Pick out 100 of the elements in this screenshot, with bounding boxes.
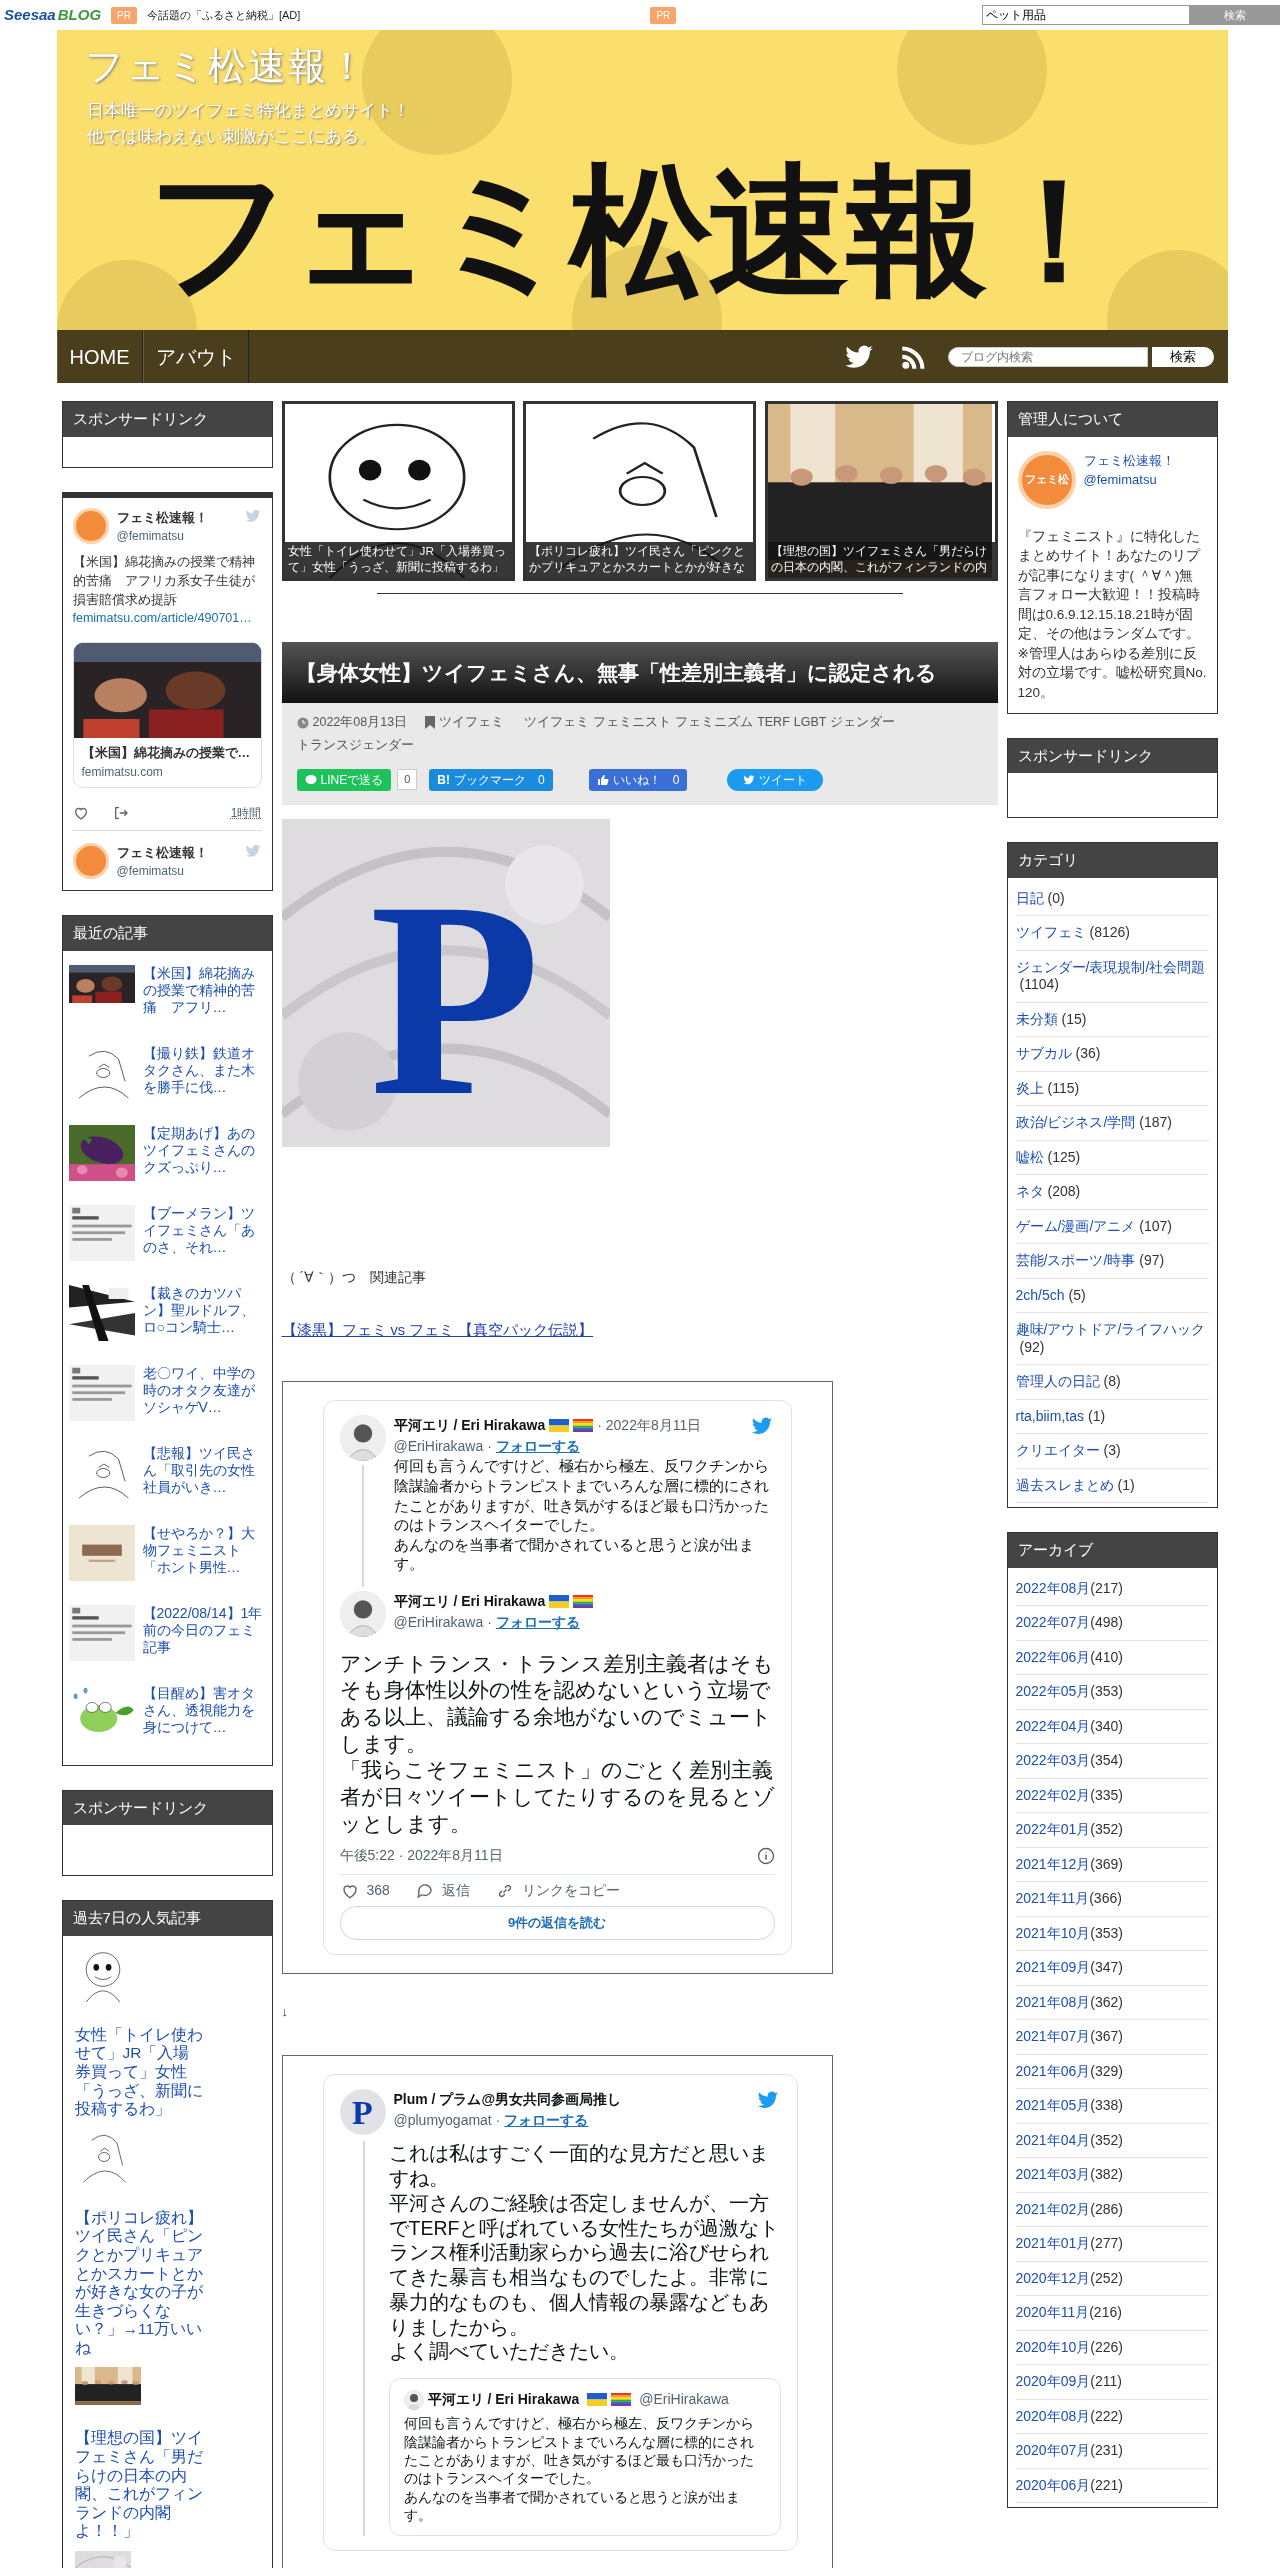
- archive-link[interactable]: 2022年03月: [1015, 1752, 1091, 1769]
- tweet-timestamp[interactable]: 午後5:22 · 2022年8月11日: [339, 1845, 503, 1867]
- category-link[interactable]: 2ch/5ch: [1015, 1286, 1065, 1303]
- follow-link[interactable]: フォローする: [504, 2112, 589, 2129]
- article-link[interactable]: 【せやろか？】大物フェミニスト「ホント男性…: [142, 1524, 265, 1605]
- user-name[interactable]: フェミ松速報！: [116, 507, 208, 527]
- tweet-time[interactable]: 1時間: [230, 803, 262, 822]
- article-link[interactable]: 【米国】綿花摘みの授業で精神的苦痛 アフリ…: [142, 964, 265, 1045]
- user-handle[interactable]: @femimatsu: [116, 527, 208, 545]
- category-link[interactable]: クリエイター: [1015, 1442, 1100, 1459]
- article-link[interactable]: 女性「トイレ使わせて」JR「入場券買って」女性「うっざ、新聞に投稿するわ」: [74, 2025, 205, 2119]
- article-link[interactable]: 【ポリコレ疲れ】ツイ民さん「ピンクとかプリキュアとかスカートとかが好きな女の子が生きづらくない？」→11万いいね: [74, 2208, 205, 2358]
- blog-search-field[interactable]: ブログ内検索: [947, 346, 1148, 367]
- article-link[interactable]: 【理想の国】ツイフェミさん「男だらけの日本の内閣、これがフィンランドの内閣よ！！」: [74, 2429, 205, 2542]
- quoted-tweet[interactable]: 平河エリ / Eri Hirakawa @EriHirakawa 何回も言うんですけど、極右から極左、反ワクチンから陰謀論者からトランピストまでいろんな層に標的にされたことがありますが、吐き気がするほど最も口汚かったのはトランスヘイターでした。 あんなのを当事者で聞かされていると思うと涙が出ます。: [388, 2378, 781, 2536]
- user-handle[interactable]: @EriHirakawa: [393, 1613, 484, 1630]
- slide-card[interactable]: 【理想の国】ツイフェミさん「男だらけの日本の内閣、これがフィンランドの内: [764, 401, 998, 581]
- user-name[interactable]: 平河エリ / Eri Hirakawa: [427, 2389, 580, 2411]
- tag-link[interactable]: ツイフェミ: [524, 713, 590, 732]
- user-handle[interactable]: @EriHirakawa: [393, 1438, 484, 1455]
- search-button[interactable]: 検索: [1151, 346, 1214, 367]
- reply-action[interactable]: 返信: [414, 1879, 471, 1903]
- user-handle[interactable]: @plumyogamat: [393, 2112, 492, 2129]
- category-link[interactable]: ツイフェミ: [1015, 924, 1086, 941]
- copy-link-action[interactable]: リンクをコピー: [494, 1879, 621, 1903]
- category-link[interactable]: 嘘松: [1015, 1148, 1044, 1165]
- category-link[interactable]: 趣味/アウトドア/ライフハック: [1015, 1321, 1206, 1338]
- archive-link[interactable]: 2021年05月: [1015, 2097, 1091, 2114]
- archive-link[interactable]: 2022年02月: [1015, 1786, 1091, 1803]
- category-link[interactable]: ゲーム/漫画/アニメ: [1015, 1217, 1136, 1234]
- category-link[interactable]: ネタ: [1015, 1183, 1044, 1200]
- tag-link[interactable]: LGBT: [793, 713, 827, 732]
- blog-logo[interactable]: BLOG: [57, 3, 102, 27]
- link-card[interactable]: 【米国】綿花摘みの授業で… femimatsu.com: [72, 642, 262, 788]
- category-link[interactable]: サブカル: [1015, 1045, 1072, 1062]
- category-link[interactable]: 未分類: [1015, 1010, 1058, 1027]
- category-link[interactable]: 管理人の日記: [1015, 1373, 1100, 1390]
- category-link[interactable]: 過去スレまとめ: [1015, 1476, 1114, 1493]
- archive-link[interactable]: 2022年08月: [1015, 1579, 1091, 1596]
- archive-link[interactable]: 2022年04月: [1015, 1717, 1091, 1734]
- archive-link[interactable]: 2021年06月: [1015, 2062, 1091, 2079]
- archive-link[interactable]: 2021年04月: [1015, 2131, 1091, 2148]
- article-link[interactable]: 【定期あげ】あのツイフェミさんのクズっぷり…: [142, 1124, 265, 1205]
- tag-link[interactable]: TERF: [757, 713, 790, 732]
- archive-link[interactable]: 2021年10月: [1015, 1924, 1091, 1941]
- category-link[interactable]: ジェンダー/表現規制/社会問題: [1015, 958, 1206, 975]
- article-link[interactable]: 【2022/08/14】1年前の今日のフェミ記事: [142, 1604, 265, 1685]
- site-logo[interactable]: Seesaa: [4, 3, 56, 27]
- user-name[interactable]: フェミ松速報！: [116, 842, 208, 863]
- category-link[interactable]: rta,biim,tas: [1015, 1407, 1084, 1424]
- tweet-link[interactable]: femimatsu.com/article/490701…: [72, 609, 262, 628]
- archive-link[interactable]: 2020年08月: [1015, 2407, 1091, 2424]
- follow-link[interactable]: フォローする: [495, 1438, 580, 1455]
- user-name[interactable]: 平河エリ / Eri Hirakawa: [393, 1415, 546, 1437]
- archive-link[interactable]: 2021年09月: [1015, 1959, 1091, 1976]
- archive-link[interactable]: 2020年11月: [1015, 2304, 1090, 2321]
- article-link[interactable]: 老〇ワイ、中学の時のオタク友達がソシャゲV…: [142, 1364, 265, 1445]
- category-link[interactable]: 炎上: [1015, 1079, 1044, 1096]
- nav-link[interactable]: HOME: [56, 330, 143, 383]
- archive-link[interactable]: 2020年10月: [1015, 2338, 1091, 2355]
- category-link[interactable]: 政治/ビジネス/学問: [1015, 1114, 1136, 1131]
- article-link[interactable]: 【裁きのカツパン】聖ルドルフ、ロ○コン騎士…: [142, 1284, 265, 1365]
- archive-link[interactable]: 2021年12月: [1015, 1855, 1091, 1872]
- archive-link[interactable]: 2020年09月: [1015, 2373, 1091, 2390]
- read-replies-button[interactable]: 9件の返信を読む: [339, 1906, 775, 1940]
- article-link[interactable]: 【ブーメラン】ツイフェミさん「あのさ、それ…: [142, 1204, 265, 1285]
- archive-link[interactable]: 2022年05月: [1015, 1683, 1091, 1700]
- archive-link[interactable]: 2021年02月: [1015, 2200, 1091, 2217]
- bookmark-button[interactable]: B! ブックマーク 0: [429, 768, 553, 791]
- archive-link[interactable]: 2020年06月: [1015, 2476, 1091, 2493]
- tweet-date[interactable]: · 2022年8月11日: [597, 1415, 702, 1437]
- user-handle[interactable]: @femimatsu: [116, 862, 208, 881]
- user-name[interactable]: 平河エリ / Eri Hirakawa: [393, 1590, 546, 1612]
- like-button[interactable]: いいね！ 0: [588, 768, 688, 791]
- article-link[interactable]: 【悲報】ツイ民さん「取引先の女性社員がいき…: [142, 1444, 265, 1525]
- search-field[interactable]: ペット用品: [982, 5, 1190, 25]
- category-link[interactable]: 芸能/スポーツ/時事: [1015, 1252, 1136, 1269]
- tag-link[interactable]: トランスジェンダー: [296, 735, 414, 755]
- archive-link[interactable]: 2020年12月: [1015, 2269, 1091, 2286]
- tag-link[interactable]: フェミニスト: [593, 713, 672, 732]
- category-link[interactable]: ツイフェミ: [439, 713, 505, 732]
- user-handle[interactable]: @EriHirakawa: [639, 2389, 729, 2411]
- profile-handle[interactable]: @femimatsu: [1083, 470, 1175, 490]
- related-article-link[interactable]: 【漆黒】フェミ vs フェミ 【真空パック伝説】: [281, 1319, 594, 1342]
- article-link[interactable]: 【目醒め】害オタさん、透視能力を身につけて…: [142, 1684, 265, 1765]
- archive-link[interactable]: 2021年07月: [1015, 2028, 1091, 2045]
- nav-link[interactable]: アバウト: [142, 330, 249, 383]
- tag-link[interactable]: ジェンダー: [830, 713, 896, 732]
- archive-link[interactable]: 2022年01月: [1015, 1821, 1091, 1838]
- like-action[interactable]: 368: [339, 1879, 391, 1903]
- tag-link[interactable]: フェミニズム: [675, 713, 754, 732]
- archive-link[interactable]: 2021年11月: [1015, 1890, 1090, 1907]
- archive-link[interactable]: 2021年01月: [1015, 2235, 1091, 2252]
- archive-link[interactable]: 2021年08月: [1015, 1993, 1091, 2010]
- profile-name[interactable]: フェミ松速報！: [1083, 450, 1175, 470]
- category-link[interactable]: 日記: [1015, 889, 1044, 906]
- slide-card[interactable]: 女性「トイレ使わせて」JR「入場券買って」女性「うっざ、新聞に投稿するわ」: [281, 401, 515, 581]
- article-link[interactable]: 【撮り鉄】鉄道オタクさん、また木を勝手に伐…: [142, 1044, 265, 1125]
- archive-link[interactable]: 2022年07月: [1015, 1614, 1091, 1631]
- slide-card[interactable]: 【ポリコレ疲れ】ツイ民さん「ピンクとかプリキュアとかスカートとかが好きな: [523, 401, 756, 581]
